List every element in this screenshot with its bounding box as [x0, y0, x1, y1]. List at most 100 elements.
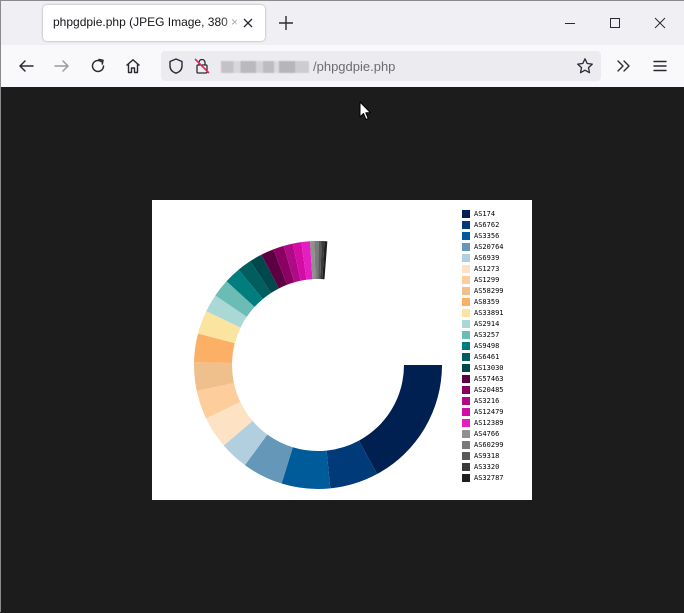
star-icon[interactable]	[572, 53, 598, 79]
legend-swatch	[462, 430, 470, 438]
legend-swatch	[462, 287, 470, 295]
legend-swatch	[462, 353, 470, 361]
navigation-toolbar: /phpgdpie.php	[1, 45, 684, 88]
tab-active[interactable]: phpgdpie.php (JPEG Image, 380 × 300 pixe…	[43, 5, 265, 41]
legend-item: AS6461	[461, 352, 531, 362]
legend-item: AS174	[461, 209, 531, 219]
legend-swatch	[462, 221, 470, 229]
legend-swatch	[462, 441, 470, 449]
mouse-pointer-icon	[359, 101, 373, 126]
legend-item: AS20485	[461, 385, 531, 395]
legend-swatch	[462, 408, 470, 416]
legend-swatch	[462, 298, 470, 306]
legend-swatch	[462, 309, 470, 317]
legend-label: AS2914	[474, 320, 500, 328]
legend-swatch	[462, 320, 470, 328]
legend-label: AS9498	[474, 342, 500, 350]
hamburger-menu-icon[interactable]	[647, 53, 673, 79]
legend-label: AS4766	[474, 430, 500, 438]
shield-icon[interactable]	[167, 57, 185, 80]
legend-label: AS58299	[474, 287, 504, 295]
donut-chart	[194, 241, 442, 489]
legend-label: AS6762	[474, 221, 500, 229]
legend-item: AS13030	[461, 363, 531, 373]
tab-title: phpgdpie.php (JPEG Image, 380 × 300 pixe…	[53, 15, 243, 29]
legend-label: AS6461	[474, 353, 500, 361]
legend-swatch	[462, 452, 470, 460]
legend-label: AS33891	[474, 309, 504, 317]
legend-label: AS174	[474, 210, 496, 218]
browser-window: phpgdpie.php (JPEG Image, 380 × 300 pixe…	[0, 0, 684, 613]
legend-swatch	[462, 386, 470, 394]
legend-item: AS12479	[461, 407, 531, 417]
plus-icon[interactable]	[277, 14, 295, 32]
legend-item: AS3216	[461, 396, 531, 406]
legend-item: AS6762	[461, 220, 531, 230]
legend-label: AS9318	[474, 452, 500, 460]
legend-swatch	[462, 276, 470, 284]
legend-label: AS12389	[474, 419, 504, 427]
url-bar[interactable]: /phpgdpie.php	[161, 51, 601, 81]
legend-swatch	[462, 463, 470, 471]
tab-strip: phpgdpie.php (JPEG Image, 380 × 300 pixe…	[1, 1, 684, 45]
legend-swatch	[462, 364, 470, 372]
legend-label: AS8359	[474, 298, 500, 306]
maximize-icon[interactable]	[592, 1, 638, 45]
legend-item: AS32787	[461, 473, 531, 483]
legend-label: AS13030	[474, 364, 504, 372]
legend-label: AS60299	[474, 441, 504, 449]
legend-label: AS3216	[474, 397, 500, 405]
legend-swatch	[462, 375, 470, 383]
legend-swatch	[462, 210, 470, 218]
legend-swatch	[462, 419, 470, 427]
legend-swatch	[462, 243, 470, 251]
legend-swatch	[462, 342, 470, 350]
legend-label: AS12479	[474, 408, 504, 416]
legend-item: AS33891	[461, 308, 531, 318]
close-icon[interactable]	[637, 1, 683, 45]
page-content: AS174 AS6762 AS3356 AS20764 AS6939 AS1273 AS12…	[1, 87, 684, 613]
legend-item: AS4766	[461, 429, 531, 439]
pie-slice	[358, 365, 442, 475]
legend-item: AS3356	[461, 231, 531, 241]
double-chevron-icon[interactable]	[611, 53, 637, 79]
legend-item: AS12389	[461, 418, 531, 428]
legend-item: AS3320	[461, 462, 531, 472]
legend-label: AS57463	[474, 375, 504, 383]
legend-item: AS57463	[461, 374, 531, 384]
legend-label: AS32787	[474, 474, 504, 482]
legend-label: AS20764	[474, 243, 504, 251]
legend-swatch	[462, 254, 470, 262]
legend-item: AS60299	[461, 440, 531, 450]
jpeg-image: AS174 AS6762 AS3356 AS20764 AS6939 AS1273 AS12…	[152, 200, 532, 500]
legend-label: AS6939	[474, 254, 500, 262]
legend-swatch	[462, 474, 470, 482]
forward-arrow-icon[interactable]	[49, 53, 75, 79]
legend-swatch	[462, 331, 470, 339]
insecure-lock-icon[interactable]	[193, 57, 211, 80]
url-path: /phpgdpie.php	[313, 59, 396, 74]
url-host-redacted	[221, 61, 309, 73]
legend-label: AS3356	[474, 232, 500, 240]
legend-label: AS3257	[474, 331, 500, 339]
legend-item: AS2914	[461, 319, 531, 329]
legend-item: AS8359	[461, 297, 531, 307]
legend-item: AS9498	[461, 341, 531, 351]
legend-item: AS20764	[461, 242, 531, 252]
legend-label: AS1273	[474, 265, 500, 273]
legend-swatch	[462, 232, 470, 240]
reload-icon[interactable]	[85, 53, 111, 79]
legend-item: AS58299	[461, 286, 531, 296]
minimize-icon[interactable]	[547, 1, 593, 45]
legend-item: AS9318	[461, 451, 531, 461]
legend-item: AS3257	[461, 330, 531, 340]
back-arrow-icon[interactable]	[13, 53, 39, 79]
home-icon[interactable]	[120, 53, 146, 79]
legend-swatch	[462, 397, 470, 405]
legend-label: AS20485	[474, 386, 504, 394]
legend-swatch	[462, 265, 470, 273]
tab-close-icon[interactable]	[241, 16, 255, 30]
legend-item: AS1273	[461, 264, 531, 274]
legend-label: AS3320	[474, 463, 500, 471]
legend-item: AS6939	[461, 253, 531, 263]
